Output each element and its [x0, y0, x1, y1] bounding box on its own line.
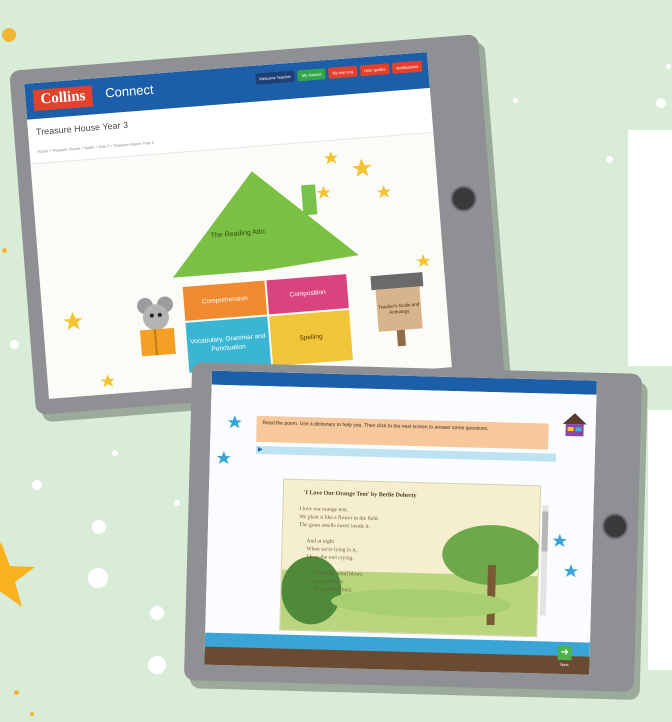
nav-button-my-classes[interactable]: My classes — [297, 68, 326, 82]
white-dot — [32, 480, 42, 490]
nav-button-user-guides[interactable]: User guides — [359, 63, 390, 77]
yellow-dot — [2, 28, 16, 42]
teachers-guide-sign[interactable]: Teacher's Guide and Anthology — [370, 272, 427, 348]
breadcrumb[interactable]: Home • Treasure House • Teach • Year 3 •… — [37, 140, 154, 154]
collins-logo[interactable]: Collins — [32, 85, 94, 112]
white-dot — [148, 656, 166, 674]
reading-attic-roof[interactable] — [152, 163, 359, 279]
background-card — [648, 410, 672, 670]
house-menu: The Reading Attic Comprehension Composit… — [30, 132, 452, 399]
page-title: Treasure House Year 3 — [35, 119, 129, 138]
poem-text: I love our orange tent. We plant it like… — [297, 506, 380, 594]
treasure-house: The Reading Attic Comprehension Composit… — [152, 163, 368, 388]
tablet-home-button[interactable] — [601, 512, 629, 540]
tablet-poem-reader: Read the poem. Use a dictionary to help … — [183, 362, 643, 692]
speaker-icon[interactable]: ▶ — [258, 446, 263, 453]
app-name: Connect — [104, 81, 155, 101]
tablet-screen: Read the poem. Use a dictionary to help … — [204, 370, 597, 675]
teachers-guide-label: Teacher's Guide and Anthology — [375, 286, 423, 332]
composition-button[interactable]: Composition — [266, 274, 349, 315]
scroll-thumb[interactable] — [541, 511, 549, 552]
white-dot — [150, 606, 164, 620]
white-dot — [88, 568, 108, 588]
chimney — [301, 184, 318, 216]
yellow-dot — [14, 690, 19, 695]
sign-post — [396, 329, 406, 347]
white-dot — [92, 520, 106, 534]
tablet-home-button[interactable] — [449, 184, 478, 213]
white-dot — [174, 500, 180, 506]
poem-reader: 'I Love Our Orange Tent' by Berlie Doher… — [279, 478, 542, 638]
white-dot — [112, 450, 118, 456]
yellow-dot — [2, 248, 7, 253]
spelling-button[interactable]: Spelling — [269, 310, 353, 367]
white-dot — [666, 64, 671, 69]
yellow-dot — [30, 712, 34, 716]
treasure-house-logo-icon — [562, 413, 587, 437]
nav-button-notifications[interactable]: Notifications — [391, 60, 423, 74]
star-icon — [0, 542, 35, 607]
tablet-collins-connect: Collins Connect Welcome Teacher My class… — [9, 34, 505, 415]
comprehension-button[interactable]: Comprehension — [182, 280, 268, 321]
white-dot — [10, 340, 19, 349]
nav-button-welcome[interactable]: Welcome Teacher — [254, 70, 296, 85]
white-dot — [656, 98, 666, 108]
activity-content: Read the poem. Use a dictionary to help … — [204, 384, 597, 675]
white-dot — [513, 98, 518, 103]
mouse-mascot-icon — [137, 296, 176, 357]
white-dot — [606, 156, 613, 163]
tablet-screen: Collins Connect Welcome Teacher My class… — [24, 52, 452, 399]
background-card — [628, 130, 672, 366]
nav-button-my-learning[interactable]: My learning — [328, 65, 358, 79]
nav-buttons: Welcome Teacher My classes My learning U… — [254, 60, 423, 85]
next-arrow-button[interactable]: ➜ — [557, 645, 572, 661]
next-label: Next — [560, 661, 569, 668]
